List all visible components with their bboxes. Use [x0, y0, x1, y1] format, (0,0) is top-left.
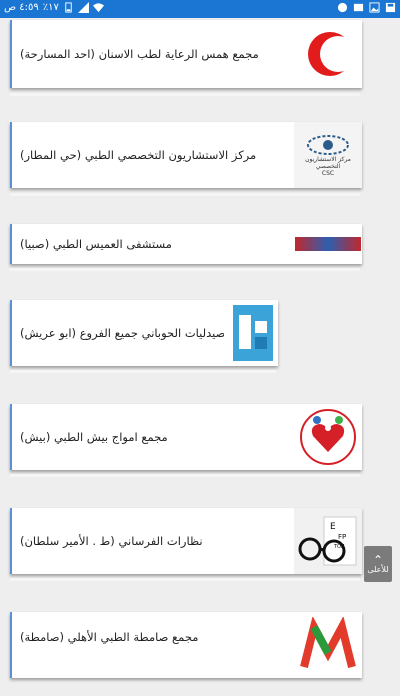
heart-family-logo [294, 404, 362, 470]
eyeglasses-photo: E FP TOZ [294, 508, 362, 574]
svg-text:E: E [330, 522, 336, 532]
battery-icon [65, 2, 72, 13]
signal-icon [77, 2, 89, 13]
thumb-sub: CSC [321, 169, 335, 177]
list-item[interactable]: مركز الاستشاريون التخصصي CSC مركز الاستش… [10, 122, 362, 188]
back-to-top-button[interactable]: ⌃ للأعلى [364, 546, 392, 582]
m-logo [294, 612, 362, 678]
list-item[interactable]: مجمع صامطة الطبي الأهلي (صامطة) [10, 612, 362, 678]
item-title: مجمع صامطة الطبي الأهلي (صامطة) [20, 630, 199, 644]
list-item[interactable]: مجمع امواج بيش الطبي (بيش) [10, 404, 362, 470]
status-bar: ٤:٥٩ ص ٪١٧ [0, 0, 400, 18]
red-crescent-logo [294, 20, 362, 88]
list-item[interactable]: E FP TOZ نظارات الفرساني (ط . الأمير سلط… [10, 508, 362, 574]
list-item[interactable]: مستشفى العميس الطبي (صبيا) [10, 224, 362, 264]
chat-icon [337, 2, 348, 13]
wifi-icon [92, 3, 104, 13]
banner-logo [294, 224, 362, 264]
eye-icon [307, 134, 349, 155]
time-text: ٤:٥٩ ص [4, 2, 39, 13]
back-to-top-label: للأعلى [367, 564, 389, 574]
item-title: صيدليات الحوباني جميع الفروع (ابو عريش) [20, 326, 224, 340]
crescent-icon [308, 32, 356, 76]
save-icon [385, 2, 396, 13]
item-title: نظارات الفرساني (ط . الأمير سلطان) [20, 534, 203, 548]
csc-eye-logo: مركز الاستشاريون التخصصي CSC [294, 122, 362, 188]
battery-text: ٪١٧ [42, 2, 59, 13]
status-left: ٤:٥٩ ص ٪١٧ [4, 2, 104, 13]
item-title: مجمع امواج بيش الطبي (بيش) [20, 430, 168, 444]
mail-icon [353, 3, 364, 12]
pharmacy-logo [228, 300, 278, 366]
item-title: مجمع همس الرعاية لطب الاسنان (احد المسار… [20, 47, 259, 61]
item-title: مستشفى العميس الطبي (صبيا) [20, 237, 172, 251]
thumb-text: مركز الاستشاريون التخصصي [305, 155, 351, 170]
list-item[interactable]: صيدليات الحوباني جميع الفروع (ابو عريش) [10, 300, 278, 366]
gallery-icon [369, 2, 380, 13]
status-right [337, 2, 396, 13]
heart-icon [300, 409, 356, 465]
list-item[interactable]: مجمع همس الرعاية لطب الاسنان (احد المسار… [10, 20, 362, 88]
pharmacy-icon [233, 305, 273, 361]
item-title: مركز الاستشاريون التخصصي الطبي (حي المطا… [20, 148, 257, 162]
m-icon [300, 617, 356, 668]
eyeglasses-icon: E FP TOZ [298, 516, 357, 566]
svg-text:FP: FP [338, 533, 346, 541]
chevron-up-icon: ⌃ [372, 552, 384, 567]
